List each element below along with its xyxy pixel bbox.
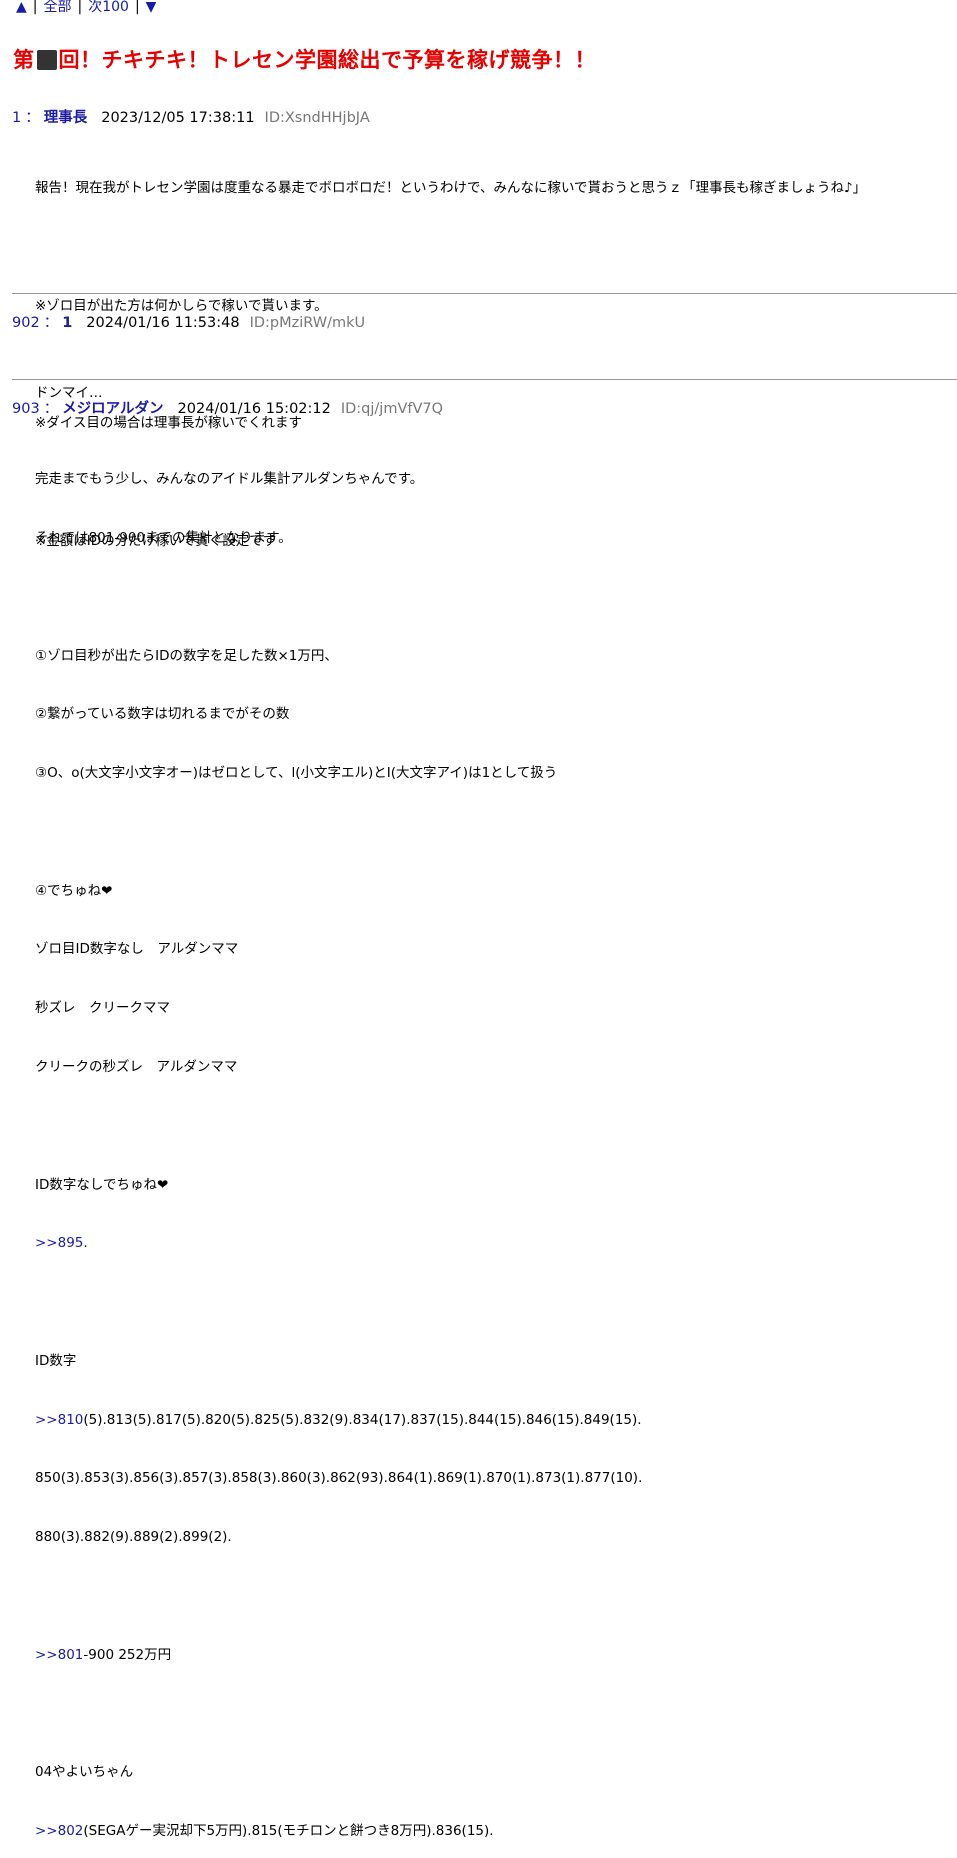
anchor-line: >>802(SEGAゲー実況却下5万円).815(モチロンと餅つき8万円).83… xyxy=(35,1822,642,1842)
anchor-line: >>895. xyxy=(35,1234,642,1254)
post-id: ID:qj/jmVfV7Q xyxy=(340,401,444,417)
post-line: ID数字 xyxy=(35,1352,77,1369)
title-prefix: 第 xyxy=(13,48,35,72)
anchor-line: >>801-900 252万円 xyxy=(35,1646,642,1666)
reply-anchor-link[interactable]: >>802 xyxy=(35,1823,83,1839)
post-line: 完走までもう少し、みんなのアイドル集計アルダンちゃんです。 xyxy=(35,471,424,488)
post-line: クリークの秒ズレ アルダンママ xyxy=(35,1059,238,1075)
post-line: ①ゾロ目秒が出たらIDの数字を足した数×1万円、 xyxy=(35,647,338,664)
nav-next100-link[interactable]: 次100 xyxy=(88,0,129,15)
post-line xyxy=(35,1293,642,1313)
anchor-tail: . xyxy=(83,1235,88,1252)
black-square-icon xyxy=(36,50,57,70)
post-line xyxy=(35,1587,642,1607)
nav-separator: | xyxy=(32,0,38,15)
thread-nav: ▲ | 全部 | 次100 | ▼ xyxy=(16,0,156,16)
post-number[interactable]: 902 xyxy=(12,315,40,331)
post-line: ③O、o(大文字小文字オー)はゼロとして、l(小文字エル)とI(大文字アイ)は1… xyxy=(35,765,558,782)
post-number[interactable]: 903 xyxy=(12,401,40,417)
post-id: ID:XsndHHjbJA xyxy=(264,110,370,126)
reply-anchor-link[interactable]: >>810 xyxy=(35,1412,83,1428)
post-line xyxy=(35,356,866,376)
post-line xyxy=(35,588,642,608)
post-header: 1：理事長 2023/12/05 17:38:11 ID:XsndHHjbJA xyxy=(12,106,370,127)
post-date: 2023/12/05 17:38:11 xyxy=(101,110,255,126)
post-line xyxy=(35,823,642,843)
post-author: メジロアルダン xyxy=(62,401,164,417)
post-line xyxy=(35,1117,642,1137)
title-suffix: 回！チキチキ！トレセン学園総出で予算を稼げ競争！！ xyxy=(58,48,596,72)
post-line: それでは801-900までの集計となります。 xyxy=(35,529,292,546)
post-line: 04やよいちゃん xyxy=(35,1764,134,1781)
post-header: 903：メジロアルダン 2024/01/16 15:02:12 ID:qj/jmVf… xyxy=(12,397,443,418)
post-line: ゾロ目ID数字なし アルダンママ xyxy=(35,941,239,958)
post-line: ID数字なしでちゅね❤ xyxy=(35,1176,169,1193)
post-body: 完走までもう少し、みんなのアイドル集計アルダンちゃんです。 それでは801-90… xyxy=(35,431,642,1858)
post-id: ID:pMziRW/mkU xyxy=(249,315,366,331)
post-header: 902： 1 2024/01/16 11:53:48 ID:pMziRW/mkU xyxy=(12,311,365,332)
post-author: 1 xyxy=(62,315,73,331)
reply-anchor-link[interactable]: >>895 xyxy=(35,1235,83,1251)
post-divider xyxy=(12,293,957,294)
reply-anchor-link[interactable]: >>801 xyxy=(35,1647,83,1663)
post-line: ②繋がっている数字は切れるまでがその数 xyxy=(35,706,290,723)
post-line: ④でちゅね❤ xyxy=(35,882,113,899)
post-date: 2024/01/16 11:53:48 xyxy=(86,315,240,331)
post-colon: ： xyxy=(43,315,59,331)
post-line xyxy=(35,238,866,258)
nav-down-arrow-icon[interactable]: ▼ xyxy=(146,0,157,15)
anchor-tail: (SEGAゲー実況却下5万円).815(モチロンと餅つき8万円).836(15)… xyxy=(83,1823,494,1840)
nav-separator: | xyxy=(134,0,140,15)
post-line: 報告！現在我がトレセン学園は度重なる暴走でボロボロだ！というわけで、みんなに稼い… xyxy=(35,180,867,197)
post-colon: ： xyxy=(43,401,59,417)
post-colon: ： xyxy=(25,110,40,126)
post-date: 2024/01/16 15:02:12 xyxy=(177,401,331,417)
nav-all-link[interactable]: 全部 xyxy=(44,0,72,15)
post-author: 理事長 xyxy=(43,110,88,126)
anchor-tail: -900 252万円 xyxy=(83,1646,172,1663)
anchor-tail: (5).813(5).817(5).820(5).825(5).832(9).8… xyxy=(83,1411,642,1428)
post-line xyxy=(35,1705,642,1725)
nav-up-arrow-icon[interactable]: ▲ xyxy=(16,0,27,15)
nav-separator: | xyxy=(77,0,83,15)
thread-title: 第回！チキチキ！トレセン学園総出で予算を稼げ競争！！ xyxy=(13,44,596,74)
post-line: 880(3).882(9).889(2).899(2). xyxy=(35,1529,232,1546)
post-number[interactable]: 1 xyxy=(12,110,21,126)
post-line: 秒ズレ クリークママ xyxy=(35,1000,170,1017)
anchor-line: >>810(5).813(5).817(5).820(5).825(5).832… xyxy=(35,1411,642,1431)
post-divider xyxy=(12,379,957,380)
post-line: 850(3).853(3).856(3).857(3).858(3).860(3… xyxy=(35,1470,643,1487)
